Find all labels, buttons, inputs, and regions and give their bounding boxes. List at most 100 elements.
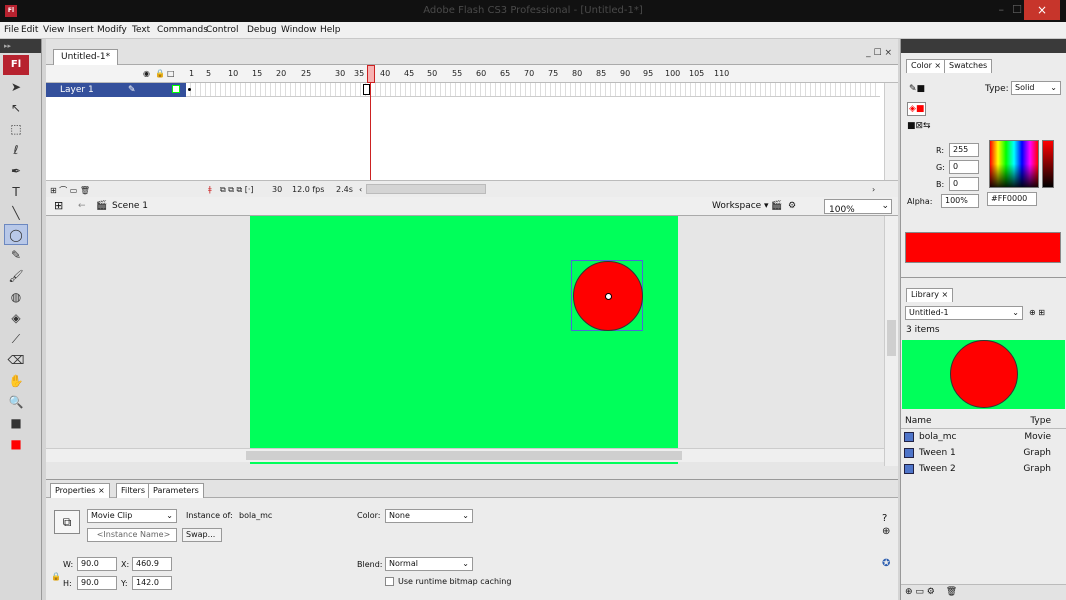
list-item[interactable]: bola_mc Movie [901, 429, 1066, 445]
menu-file[interactable]: File [4, 25, 19, 35]
red-field[interactable]: 255 [949, 143, 979, 157]
x-field[interactable]: 460.9 [132, 557, 172, 571]
stage-horizontal-scrollbar[interactable] [46, 448, 884, 462]
document-window-controls[interactable]: _ ☐ × [866, 48, 892, 58]
fill-color-icon[interactable]: ◈■ [907, 102, 927, 116]
insert-layer-icon[interactable]: ⊞ ⌒ ▭ 🗑 [50, 185, 90, 196]
layer-outline-swatch[interactable] [172, 85, 180, 93]
stroke-color-icon[interactable]: ✎■ [909, 84, 925, 94]
frames-row[interactable] [186, 83, 880, 97]
blend-select[interactable]: Normal ⌄ [385, 557, 473, 571]
color-spectrum[interactable] [989, 140, 1039, 188]
library-document-select[interactable]: Untitled-1 ⌄ [905, 306, 1023, 320]
back-arrow-icon[interactable]: ← [78, 201, 86, 211]
chevron-down-icon[interactable]: ⌄ [462, 558, 469, 570]
stage-vertical-scrollbar[interactable] [884, 216, 898, 466]
menu-insert[interactable]: Insert [68, 25, 94, 35]
edit-scene-icon[interactable]: 🎬 [771, 201, 782, 211]
list-item[interactable]: Tween 1 Graph [901, 445, 1066, 461]
tab-parameters[interactable]: Parameters [148, 483, 204, 498]
pin-library-icon[interactable]: ⊕ ⊞ [1029, 308, 1045, 317]
workspace-menu[interactable]: Workspace ▾ [712, 201, 769, 211]
end-keyframe[interactable] [363, 84, 370, 95]
brush-icon[interactable]: 🖌 [4, 266, 28, 287]
tab-filters[interactable]: Filters [116, 483, 150, 498]
arrow-icon[interactable]: ➤ [4, 77, 28, 98]
brightness-slider[interactable] [1042, 140, 1054, 188]
chevron-down-icon[interactable]: ⌄ [1050, 82, 1057, 94]
subselect-icon[interactable]: ↖ [4, 98, 28, 119]
paint-bucket-icon[interactable]: ◈ [4, 308, 28, 329]
list-item[interactable]: Tween 2 Graph [901, 461, 1066, 477]
pen-icon[interactable]: ✒ [4, 161, 28, 182]
green-field[interactable]: 0 [949, 160, 979, 174]
eraser-icon[interactable]: ⌫ [4, 350, 28, 371]
onion-skin-icon[interactable]: ⧉ ⧉ ⧉ [·] [220, 185, 254, 195]
start-keyframe[interactable] [188, 88, 191, 91]
zoom-field[interactable]: 100% ⌄ [824, 199, 892, 215]
text-icon[interactable]: T [4, 182, 28, 203]
menu-debug[interactable]: Debug [247, 25, 277, 35]
scroll-right-icon[interactable]: › [872, 185, 875, 194]
pencil-icon[interactable]: ✎ [4, 245, 28, 266]
blue-field[interactable]: 0 [949, 177, 979, 191]
outline-icon[interactable]: □ [167, 69, 175, 78]
zoom-icon[interactable]: 🔍 [4, 392, 28, 413]
oval-icon[interactable]: ◯ [4, 224, 28, 245]
chevron-down-icon[interactable]: ⌄ [881, 200, 889, 213]
maximize-button[interactable]: ☐ [1012, 3, 1022, 16]
instance-name-input[interactable]: <Instance Name> [87, 528, 177, 542]
menu-view[interactable]: View [43, 25, 64, 35]
alpha-field[interactable]: 100% [941, 194, 979, 208]
y-field[interactable]: 142.0 [132, 576, 172, 590]
chevron-down-icon[interactable]: ⌄ [166, 510, 173, 522]
document-tab[interactable]: Untitled-1* [53, 49, 119, 65]
scroll-left-icon[interactable]: ‹ [359, 185, 362, 194]
color-select[interactable]: None ⌄ [385, 509, 473, 523]
swap-colors-icon[interactable]: ■⊠⇆ [907, 121, 931, 131]
menu-text[interactable]: Text [132, 25, 150, 35]
lock-icon[interactable]: 🔒 [155, 69, 165, 78]
menu-window[interactable]: Window [281, 25, 317, 35]
fill-color-icon[interactable]: ■ [4, 434, 28, 455]
symbol-type-select[interactable]: Movie Clip ⌄ [87, 509, 177, 523]
hex-field[interactable]: #FF0000 [987, 192, 1037, 206]
lock-icon[interactable]: 🔒 [51, 572, 61, 581]
edit-symbol-icon[interactable]: ⚙ [788, 201, 796, 211]
menu-commands[interactable]: Commands [157, 25, 208, 35]
menu-edit[interactable]: Edit [21, 25, 38, 35]
stage-edit-icon[interactable]: ⊞ [54, 199, 63, 212]
accessibility-icon[interactable]: ✪ [882, 558, 890, 569]
scene-name[interactable]: Scene 1 [112, 201, 148, 211]
tab-swatches[interactable]: Swatches [944, 59, 993, 73]
help-icon[interactable]: ? [882, 513, 887, 524]
timeline-horizontal-scrollbar[interactable] [366, 184, 486, 194]
menu-control[interactable]: Control [206, 25, 239, 35]
ink-bottle-icon[interactable]: ◍ [4, 287, 28, 308]
panel-grip[interactable] [901, 39, 1066, 53]
height-field[interactable]: 90.0 [77, 576, 117, 590]
close-button[interactable]: × [1024, 0, 1060, 20]
delete-icon[interactable]: 🗑 [946, 587, 957, 597]
column-type[interactable]: Type [1030, 413, 1051, 429]
width-field[interactable]: 90.0 [77, 557, 117, 571]
chevron-down-icon[interactable]: ⌄ [1012, 307, 1019, 319]
hand-icon[interactable]: ✋ [4, 371, 28, 392]
column-name[interactable]: Name [905, 416, 932, 426]
tab-properties[interactable]: Properties × [50, 483, 110, 498]
eye-icon[interactable]: ◉ [143, 69, 150, 78]
minimize-button[interactable]: – [999, 3, 1005, 16]
stage-area[interactable] [46, 216, 898, 466]
eyedropper-icon[interactable]: ⟋ [4, 329, 28, 350]
swap-button[interactable]: Swap... [182, 528, 222, 542]
bitmap-caching-checkbox[interactable] [385, 577, 394, 586]
stage[interactable] [250, 216, 678, 464]
toolbox-grip[interactable]: ▸▸ [0, 39, 41, 53]
line-icon[interactable]: ╲ [4, 203, 28, 224]
chevron-down-icon[interactable]: ⌄ [462, 510, 469, 522]
timeline-vertical-scrollbar[interactable] [884, 83, 898, 180]
stroke-color-icon[interactable]: ■ [4, 413, 28, 434]
lasso-icon[interactable]: ℓ [4, 140, 28, 161]
menu-help[interactable]: Help [320, 25, 341, 35]
expand-icon[interactable]: ⊕ [882, 526, 890, 537]
